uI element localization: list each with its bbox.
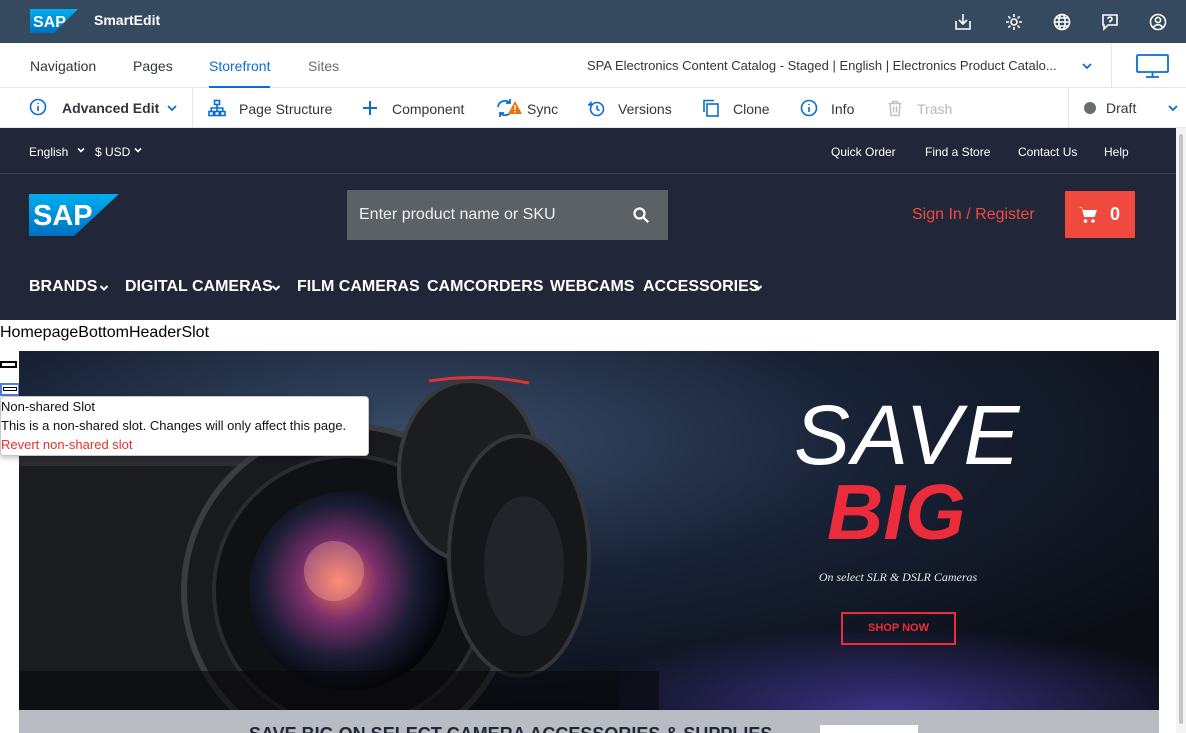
banner-subtitle: On select SLR & DSLR Cameras: [818, 570, 978, 584]
sync-button[interactable]: Sync: [527, 101, 558, 117]
non-shared-slot-popover: Non-shared Slot This is a non-shared slo…: [0, 396, 369, 456]
find-store-link[interactable]: Find a Store: [925, 145, 990, 159]
trash-icon: [886, 99, 904, 117]
tab-storefront[interactable]: Storefront: [209, 58, 270, 74]
help-link[interactable]: Help: [1104, 145, 1129, 159]
scrollbar-thumb[interactable]: [1179, 134, 1183, 724]
chevron-down-icon[interactable]: [752, 282, 764, 294]
info-icon: [29, 98, 47, 116]
sign-in-register-link[interactable]: Sign In / Register: [912, 206, 1035, 224]
quick-order-link[interactable]: Quick Order: [831, 145, 896, 159]
status-dot: [1084, 102, 1096, 114]
device-preview-icon[interactable]: [1135, 53, 1171, 79]
search-input[interactable]: Enter product name or SKU: [359, 206, 556, 224]
vertical-scrollbar[interactable]: [1176, 128, 1186, 733]
cart-count: 0: [1110, 204, 1121, 224]
contact-us-link[interactable]: Contact Us: [1018, 145, 1077, 159]
product-search-box[interactable]: Enter product name or SKU: [347, 190, 668, 240]
advanced-edit-mode[interactable]: Advanced Edit: [62, 100, 159, 116]
chevron-down-icon[interactable]: [76, 145, 86, 155]
page-structure-icon: [208, 99, 226, 117]
banner-headline-save: SAVE: [794, 388, 1022, 482]
plus-icon: [361, 99, 379, 117]
page-status-label[interactable]: Draft: [1106, 100, 1136, 116]
svg-text:SAP: SAP: [33, 14, 66, 31]
nav-webcams[interactable]: WEBCAMS: [550, 278, 634, 296]
versions-icon: [587, 99, 605, 117]
help-chat-icon[interactable]: [1099, 11, 1121, 33]
promo-band: SAVE BIG ON SELECT CAMERA ACCESSORIES & …: [19, 710, 1159, 733]
nav-camcorders[interactable]: CAMCORDERS: [427, 278, 543, 296]
cart-icon: [1078, 206, 1098, 224]
app-title: SmartEdit: [94, 12, 161, 28]
search-icon[interactable]: [632, 206, 650, 224]
perspective-nav: Navigation Pages Storefront Sites SPA El…: [0, 43, 1186, 88]
nav-digital-cameras[interactable]: DIGITAL CAMERAS: [125, 278, 273, 296]
tab-pages[interactable]: Pages: [133, 58, 173, 74]
inbox-download-icon[interactable]: [952, 11, 974, 33]
component-button[interactable]: Component: [392, 101, 464, 117]
site-utility-bar: English $ USD Quick Order Find a Store C…: [0, 128, 1176, 174]
language-selector[interactable]: English: [29, 145, 68, 159]
popover-title: Non-shared Slot: [1, 399, 95, 414]
smartedit-header: SAP SmartEdit: [0, 0, 1186, 43]
revert-non-shared-slot-link[interactable]: Revert non-shared slot: [1, 437, 133, 452]
svg-text:SAP: SAP: [33, 200, 93, 232]
divider: [1068, 88, 1069, 127]
settings-icon[interactable]: [1003, 11, 1025, 33]
chevron-down-icon[interactable]: [270, 282, 282, 294]
globe-icon[interactable]: [1051, 11, 1073, 33]
info-icon: [800, 99, 818, 117]
nav-brands[interactable]: BRANDS: [29, 278, 97, 296]
chevron-down-icon[interactable]: [165, 101, 179, 115]
trash-button: Trash: [917, 101, 953, 117]
currency-selector[interactable]: $ USD: [95, 145, 130, 159]
slot-handle[interactable]: [0, 361, 17, 368]
editing-toolbar: Advanced Edit Page Structure Component S…: [0, 88, 1186, 128]
clone-icon: [702, 99, 720, 117]
divider: [1111, 43, 1112, 87]
chevron-down-icon[interactable]: [1080, 59, 1094, 73]
page-structure-button[interactable]: Page Structure: [239, 101, 332, 117]
sync-warning-icon: [495, 98, 523, 118]
divider: [192, 88, 193, 127]
tab-navigation[interactable]: Navigation: [30, 58, 96, 74]
chevron-down-icon[interactable]: [98, 282, 110, 294]
info-button[interactable]: Info: [831, 101, 854, 117]
sap-logo: SAP: [30, 9, 78, 33]
versions-button[interactable]: Versions: [618, 101, 672, 117]
tab-sites[interactable]: Sites: [308, 58, 339, 74]
nav-accessories[interactable]: ACCESSORIES: [643, 278, 759, 296]
chevron-down-icon[interactable]: [133, 145, 143, 155]
promo-band-button[interactable]: [820, 725, 918, 733]
clone-button[interactable]: Clone: [733, 101, 770, 117]
chevron-down-icon[interactable]: [1166, 101, 1180, 115]
nav-film-cameras[interactable]: FILM CAMERAS: [297, 278, 420, 296]
slot-name-label: HomepageBottomHeaderSlot: [0, 324, 210, 341]
cart-button[interactable]: 0: [1065, 191, 1135, 238]
shop-now-button[interactable]: SHOP NOW: [841, 612, 956, 645]
promo-band-text: SAVE BIG ON SELECT CAMERA ACCESSORIES & …: [249, 724, 772, 733]
user-account-icon[interactable]: [1147, 11, 1169, 33]
site-header: SAP Enter product name or SKU Sign In / …: [0, 174, 1176, 320]
banner-headline-big: BIG: [827, 468, 966, 556]
catalog-selector[interactable]: SPA Electronics Content Catalog - Staged…: [587, 58, 1057, 73]
sap-store-logo[interactable]: SAP: [29, 194, 119, 236]
popover-body: This is a non-shared slot. Changes will …: [1, 418, 347, 433]
slot-context-handle[interactable]: [0, 383, 20, 396]
